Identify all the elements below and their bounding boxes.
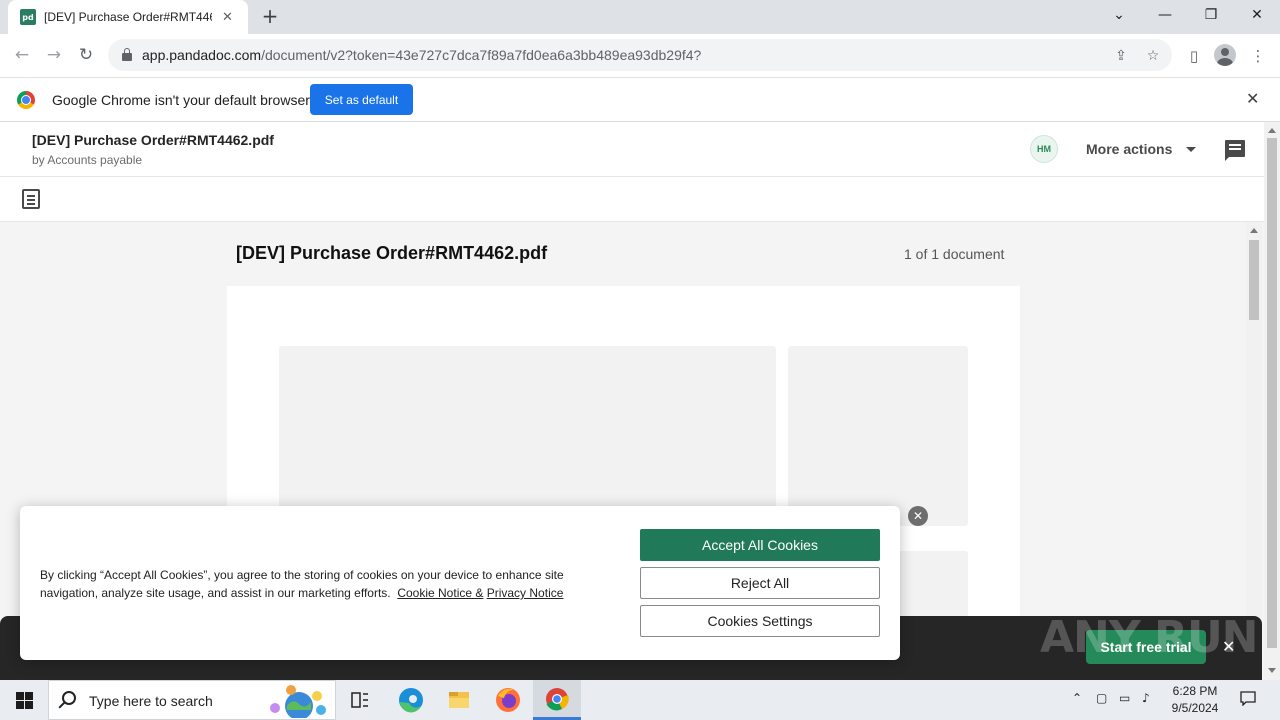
accept-all-cookies-button[interactable]: Accept All Cookies xyxy=(640,529,880,561)
clock-time: 6:28 PM xyxy=(1172,684,1218,698)
clock-date: 9/5/2024 xyxy=(1171,701,1219,715)
bookmark-star-icon[interactable]: ☆ xyxy=(1144,47,1162,65)
taskbar-search-placeholder: Type here to search xyxy=(89,693,213,709)
document-count: 1 of 1 document xyxy=(904,246,1005,262)
profile-avatar-icon[interactable] xyxy=(1214,44,1236,66)
side-panel-icon[interactable]: ▯ xyxy=(1182,44,1206,68)
reject-all-button[interactable]: Reject All xyxy=(640,567,880,599)
firefox-icon[interactable] xyxy=(484,680,532,720)
pandadoc-favicon-icon: pd xyxy=(20,9,36,25)
new-tab-button[interactable]: + xyxy=(259,6,281,28)
cookie-banner: By clicking “Accept All Cookies”, you ag… xyxy=(20,506,900,660)
comments-icon[interactable] xyxy=(1225,140,1245,161)
tab-title: [DEV] Purchase Order#RMT4462. xyxy=(44,10,212,24)
cookies-settings-button[interactable]: Cookies Settings xyxy=(640,605,880,637)
search-highlight-icon xyxy=(270,685,326,718)
restore-icon[interactable]: ❐ xyxy=(1188,0,1234,30)
scroll-up-icon[interactable] xyxy=(1268,128,1276,133)
page-scrollbar[interactable] xyxy=(1264,122,1280,680)
file-explorer-icon[interactable] xyxy=(435,680,483,720)
browser-tab[interactable]: pd [DEV] Purchase Order#RMT4462. ✕ xyxy=(8,0,248,34)
search-icon xyxy=(62,691,76,705)
reload-icon[interactable]: ↻ xyxy=(74,44,98,68)
browser-tabstrip: pd [DEV] Purchase Order#RMT4462. ✕ + ⌄ —… xyxy=(0,0,1280,34)
windows-start-icon[interactable] xyxy=(0,680,48,720)
privacy-notice-link[interactable]: Privacy Notice xyxy=(487,586,564,600)
chrome-taskbar-icon[interactable] xyxy=(533,680,581,720)
user-avatar[interactable]: HM xyxy=(1030,135,1058,163)
browser-toolbar: ← → ↻ app.pandadoc.com/document/v2?token… xyxy=(0,34,1280,77)
infobar-close-icon[interactable]: ✕ xyxy=(1246,89,1259,108)
default-browser-infobar: Google Chrome isn't your default browser… xyxy=(0,77,1280,122)
viewer-scrollbar-thumb[interactable] xyxy=(1249,240,1259,320)
anyrun-watermark: ANY RUN xyxy=(1040,612,1258,663)
window-close-icon[interactable]: ✕ xyxy=(1234,0,1280,30)
tray-device-icon[interactable]: ▢ xyxy=(1096,691,1107,705)
forward-icon[interactable]: → xyxy=(42,44,66,68)
tab-search-icon[interactable]: ⌄ xyxy=(1096,0,1142,30)
share-icon[interactable]: ⇪ xyxy=(1112,47,1130,65)
url-text[interactable]: app.pandadoc.com/document/v2?token=43e72… xyxy=(142,47,701,63)
notifications-icon[interactable] xyxy=(1240,690,1256,709)
more-actions-button[interactable]: More actions xyxy=(1086,141,1172,157)
edge-icon[interactable] xyxy=(386,680,434,720)
taskbar-clock[interactable]: 6:28 PM 9/5/2024 xyxy=(1166,683,1224,717)
loading-placeholder xyxy=(788,346,968,526)
document-header-subtitle: by Accounts payable xyxy=(32,153,143,167)
tray-chevron-icon[interactable]: ⌃ xyxy=(1072,691,1082,705)
infobar-message: Google Chrome isn't your default browser xyxy=(52,92,310,108)
page-scrollbar-thumb[interactable] xyxy=(1267,138,1277,648)
lock-icon xyxy=(122,48,132,61)
task-view-icon[interactable] xyxy=(336,680,384,720)
scroll-up-icon[interactable] xyxy=(1250,228,1258,233)
taskbar-search[interactable]: Type here to search xyxy=(48,680,336,720)
cookie-banner-text: By clicking “Accept All Cookies”, you ag… xyxy=(40,568,564,600)
document-toolbar xyxy=(0,177,1264,222)
document-header-title: [DEV] Purchase Order#RMT4462.pdf xyxy=(32,132,274,148)
network-icon[interactable]: ▭ xyxy=(1119,691,1130,705)
cookie-notice-link[interactable]: Cookie Notice & xyxy=(397,586,483,600)
chevron-down-icon[interactable] xyxy=(1186,147,1196,152)
chrome-logo-icon xyxy=(17,91,35,109)
document-header: [DEV] Purchase Order#RMT4462.pdf by Acco… xyxy=(0,122,1264,177)
windows-taskbar: Type here to search ⌃ ▢ ▭ ♪ 6:28 PM 9/5/… xyxy=(0,680,1280,720)
volume-icon[interactable]: ♪ xyxy=(1142,691,1150,705)
set-default-button[interactable]: Set as default xyxy=(310,84,413,115)
address-bar[interactable]: app.pandadoc.com/document/v2?token=43e72… xyxy=(108,39,1172,71)
scroll-down-icon[interactable] xyxy=(1268,668,1276,673)
tab-close-icon[interactable]: ✕ xyxy=(222,10,233,25)
loading-placeholder xyxy=(279,346,776,526)
close-circle-icon[interactable]: ✕ xyxy=(908,506,928,526)
document-list-icon[interactable] xyxy=(22,189,40,209)
minimize-icon[interactable]: — xyxy=(1142,0,1188,30)
document-title: [DEV] Purchase Order#RMT4462.pdf xyxy=(236,243,548,263)
back-icon[interactable]: ← xyxy=(10,44,34,68)
chrome-menu-icon[interactable]: ⋮ xyxy=(1246,44,1270,68)
